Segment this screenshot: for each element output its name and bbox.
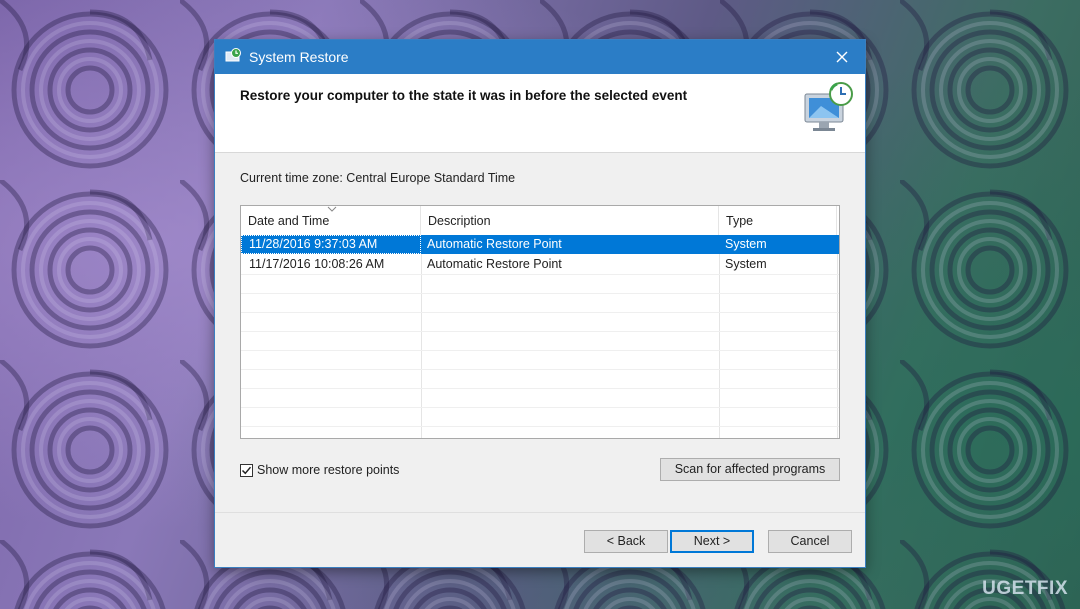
- table-row[interactable]: 11/28/2016 9:37:03 AM Automatic Restore …: [241, 235, 839, 254]
- row-gridline: [241, 388, 839, 389]
- column-header-date[interactable]: Date and Time: [241, 206, 421, 235]
- row-gridline: [241, 312, 839, 313]
- show-more-restore-points-toggle[interactable]: Show more restore points: [240, 461, 399, 479]
- row-gridline: [241, 369, 839, 370]
- page-heading: Restore your computer to the state it wa…: [240, 88, 688, 103]
- cell-description: Automatic Restore Point: [427, 237, 562, 251]
- column-header-description[interactable]: Description: [421, 206, 719, 235]
- title-bar[interactable]: System Restore: [215, 40, 865, 74]
- close-icon: [836, 51, 848, 63]
- cell-date: 11/28/2016 9:37:03 AM: [241, 235, 421, 254]
- row-gridline: [241, 274, 839, 275]
- row-gridline: [241, 426, 839, 427]
- row-gridline: [241, 407, 839, 408]
- column-header-date-label: Date and Time: [248, 214, 330, 228]
- column-header-type[interactable]: Type: [719, 206, 837, 235]
- row-gridline: [241, 293, 839, 294]
- row-gridline: [241, 331, 839, 332]
- close-button[interactable]: [819, 40, 865, 74]
- window-title: System Restore: [249, 49, 349, 65]
- scan-affected-programs-button[interactable]: Scan for affected programs: [660, 458, 840, 481]
- cell-type: System: [725, 237, 767, 251]
- row-gridline: [241, 350, 839, 351]
- timezone-label: Current time zone: Central Europe Standa…: [240, 171, 516, 185]
- column-header-type-label: Type: [726, 214, 754, 228]
- cell-description: Automatic Restore Point: [427, 257, 562, 271]
- restore-monitor-icon: [804, 82, 853, 131]
- table-row[interactable]: 11/17/2016 10:08:26 AM Automatic Restore…: [241, 255, 839, 274]
- table-header: Date and Time Description Type: [241, 206, 839, 236]
- system-restore-icon: [225, 48, 241, 62]
- restore-points-table[interactable]: Date and Time Description Type 11/28/201…: [240, 205, 840, 439]
- show-more-label: Show more restore points: [257, 463, 400, 477]
- cell-type: System: [725, 257, 767, 271]
- watermark-logo: UGETFIX: [982, 578, 1068, 599]
- system-restore-window: System Restore Restore your computer to …: [215, 40, 865, 567]
- column-header-description-label: Description: [428, 214, 491, 228]
- back-button[interactable]: < Back: [584, 530, 668, 553]
- footer-divider: [215, 512, 865, 513]
- cell-date: 11/17/2016 10:08:26 AM: [249, 257, 385, 271]
- wizard-header: Restore your computer to the state it wa…: [215, 74, 865, 153]
- next-button[interactable]: Next >: [670, 530, 754, 553]
- cancel-button[interactable]: Cancel: [768, 530, 852, 553]
- show-more-checkbox[interactable]: [240, 463, 253, 477]
- sort-descending-icon: [327, 206, 337, 212]
- checkmark-icon: [241, 466, 252, 474]
